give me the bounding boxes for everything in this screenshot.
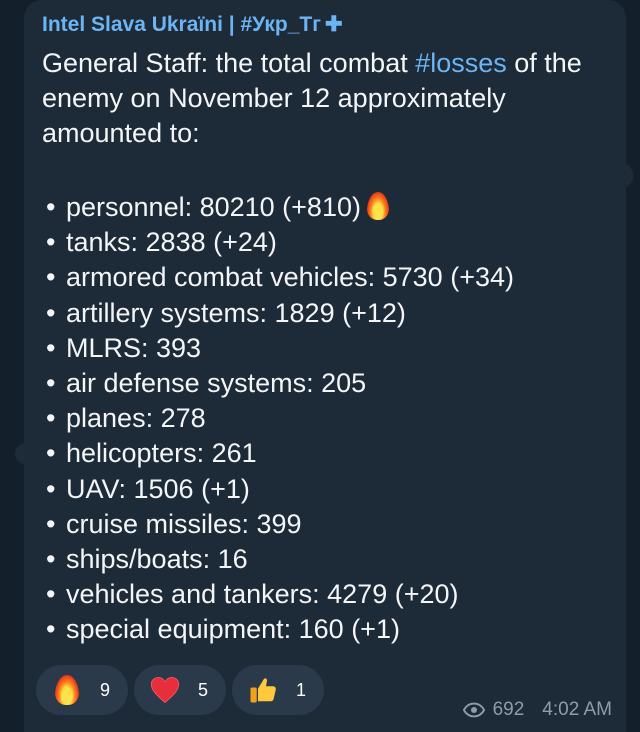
reaction-thumbs-up-button[interactable]: 1 (232, 665, 324, 715)
bullet: • (46, 544, 56, 575)
reaction-fire-button[interactable]: 9 (36, 665, 128, 715)
list-item: • tanks: 2838 (+24) (42, 225, 612, 260)
bullet: • (46, 332, 56, 363)
losses-list: • personnel: 80210 (+810) • tanks: 2838 (+… (42, 190, 612, 648)
list-item: • personnel: 80210 (+810) (42, 190, 612, 225)
list-item-text: artillery systems: 1829 (+12) (66, 297, 406, 328)
message-meta: 692 4:02 AM (462, 699, 612, 721)
cross-icon: ✚ (325, 13, 343, 36)
eye-icon (462, 702, 485, 718)
list-item: • armored combat vehicles: 5730 (+34) (42, 260, 612, 295)
reaction-count: 1 (296, 679, 307, 700)
fire-icon (52, 675, 82, 705)
list-item-text: armored combat vehicles: 5730 (+34) (66, 262, 514, 293)
list-item: • artillery systems: 1829 (+12) (42, 296, 612, 331)
heart-icon (150, 675, 180, 705)
list-item-text: vehicles and tankers: 4279 (+20) (66, 579, 459, 610)
hashtag-link[interactable]: #losses (415, 48, 507, 78)
reaction-count: 5 (198, 679, 209, 700)
list-item-text: tanks: 2838 (+24) (66, 227, 277, 258)
list-item-text: air defense systems: 205 (66, 368, 367, 399)
list-item-text: special equipment: 160 (+1) (66, 614, 400, 645)
sender-name[interactable]: Intel Slava Ukraïni | #Укр_Тг ✚ (42, 12, 343, 37)
list-item: • ships/boats: 16 (42, 542, 612, 577)
intro-text-start: General Staff: the total combat (42, 48, 416, 78)
bullet: • (46, 614, 56, 645)
list-item-text: personnel: 80210 (+810) (66, 192, 361, 222)
message-intro: General Staff: the total combat #losses … (42, 46, 612, 151)
reaction-count: 9 (100, 679, 111, 700)
list-item: • air defense systems: 205 (42, 366, 612, 401)
list-item: • cruise missiles: 399 (42, 507, 612, 542)
list-item-text: ships/boats: 16 (66, 544, 248, 575)
list-item: • UAV: 1506 (+1) (42, 472, 612, 507)
list-item-text: planes: 278 (66, 403, 206, 434)
bullet: • (46, 262, 56, 293)
list-item: • vehicles and tankers: 4279 (+20) (42, 577, 612, 612)
list-item: • special equipment: 160 (+1) (42, 612, 612, 647)
bullet: • (46, 297, 56, 328)
bullet: • (46, 438, 56, 469)
bullet: • (46, 473, 56, 504)
views-count: 692 (492, 699, 525, 720)
list-item-text: MLRS: 393 (66, 332, 202, 363)
bullet: • (46, 227, 56, 258)
bullet: • (46, 368, 56, 399)
sender-name-text: Intel Slava Ukraïni | #Укр_Тг (42, 13, 321, 36)
message-time: 4:02 AM (542, 699, 612, 720)
thumbs-up-icon (248, 675, 278, 705)
bullet: • (46, 579, 56, 610)
list-item: • planes: 278 (42, 401, 612, 436)
bullet: • (46, 508, 56, 539)
reaction-heart-button[interactable]: 5 (134, 665, 226, 715)
bullet: • (46, 403, 56, 434)
bullet: • (46, 192, 56, 222)
list-item-text: helicopters: 261 (66, 438, 257, 469)
list-item: • helicopters: 261 (42, 436, 612, 471)
list-item: • MLRS: 393 (42, 331, 612, 366)
list-item-text: UAV: 1506 (+1) (66, 473, 250, 504)
list-item-text: cruise missiles: 399 (66, 508, 302, 539)
fire-icon (366, 192, 389, 220)
